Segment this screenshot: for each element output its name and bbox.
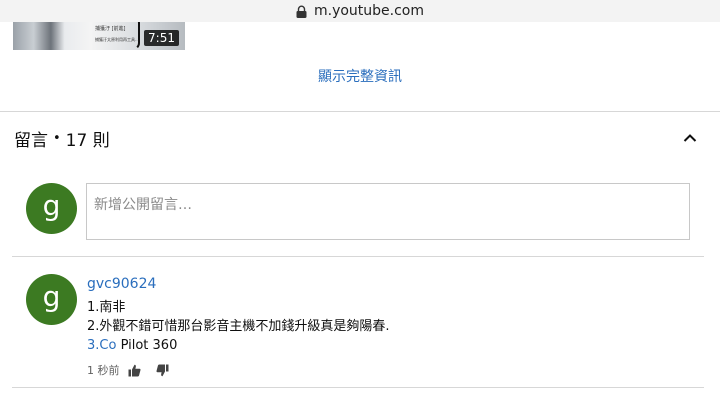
comments-count: 17 則 — [65, 131, 110, 151]
new-comment-placeholder: 新增公開留言… — [94, 197, 192, 213]
video-thumbnail[interactable]: 捕獲汙 [前進] 捕獲汙太原利用再工具… 7:51 — [13, 22, 185, 50]
thumbs-down-icon[interactable] — [156, 364, 169, 377]
comment-link[interactable]: 3.Co — [87, 338, 116, 353]
video-duration: 7:51 — [144, 30, 179, 46]
thumbnail-caption: 捕獲汙 [前進] — [95, 26, 126, 32]
comment-timestamp: 1 秒前 — [87, 364, 120, 377]
comments-title: 留言 — [14, 131, 48, 151]
comment-text-line: 3.Co Pilot 360 — [87, 336, 390, 355]
comment-text-line: 2.外觀不錯可惜那台影音主機不加錢升級真是夠陽春. — [87, 319, 390, 334]
comment-meta: 1 秒前 — [87, 362, 390, 378]
avatar-letter: g — [42, 188, 61, 222]
comment-divider — [12, 256, 704, 257]
chevron-up-icon[interactable] — [682, 130, 698, 146]
comments-separator: • — [53, 131, 61, 146]
comment-text-line: 1.南非 — [87, 300, 126, 315]
url-text: m.youtube.com — [313, 3, 425, 19]
avatar-letter: g — [42, 279, 61, 313]
comment-divider — [12, 387, 704, 388]
thumbs-up-icon[interactable] — [128, 364, 141, 377]
browser-url-bar[interactable]: m.youtube.com — [0, 0, 720, 22]
show-more-button[interactable]: 顯示完整資訊 — [0, 66, 720, 86]
thumbnail-caption-2: 捕獲汙太原利用再工具… — [95, 37, 139, 42]
avatar: g — [26, 183, 77, 234]
section-divider — [0, 111, 720, 112]
comments-header[interactable]: 留言 • 17 則 — [14, 126, 110, 151]
comment-text-rest: Pilot 360 — [116, 338, 178, 353]
comment-avatar[interactable]: g — [26, 274, 77, 325]
comment-author[interactable]: gvc90624 — [87, 276, 390, 292]
comment-item: gvc90624 1.南非 2.外觀不錯可惜那台影音主機不加錢升級真是夠陽春. … — [87, 276, 390, 378]
thumbnail-graphic — [126, 22, 140, 50]
lock-icon — [296, 5, 307, 18]
new-comment-input[interactable]: 新增公開留言… — [86, 183, 690, 240]
